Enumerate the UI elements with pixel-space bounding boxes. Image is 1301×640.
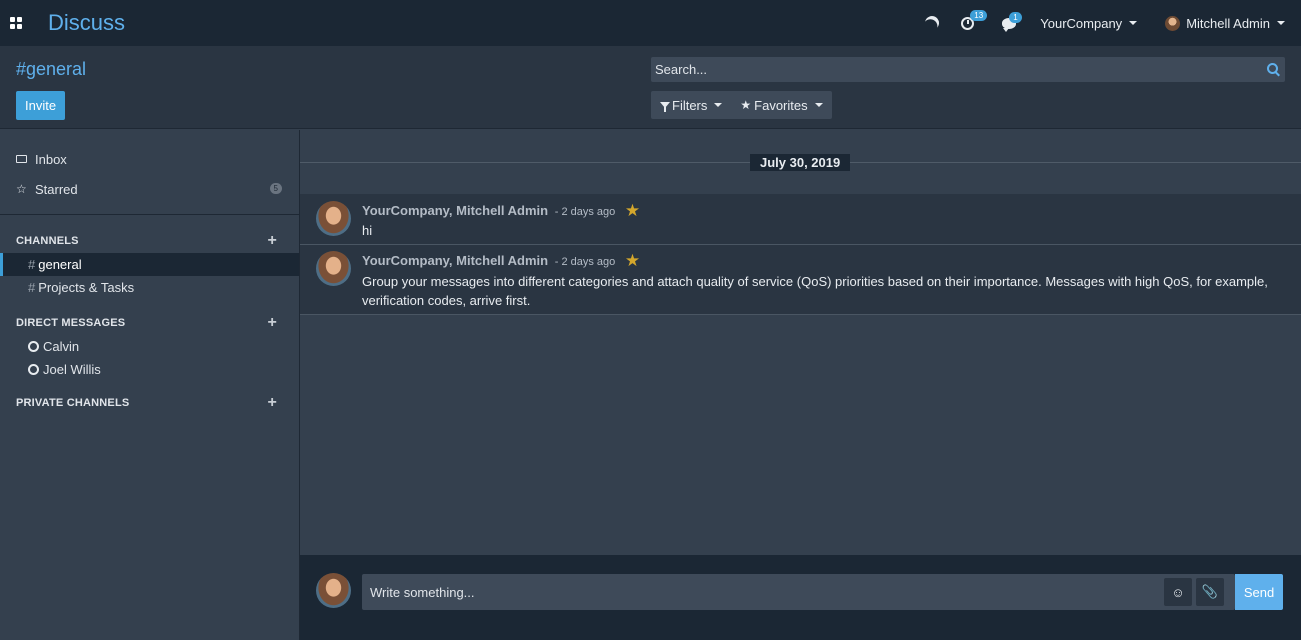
star-icon: ★ — [740, 98, 752, 112]
sidebar-item-dm-joel-willis[interactable]: Joel Willis — [0, 358, 299, 381]
user-name: Mitchell Admin — [1186, 15, 1270, 31]
sidebar-item-channel-projects[interactable]: # Projects & Tasks — [0, 276, 299, 299]
dm-name: Joel Willis — [43, 362, 101, 377]
star-outline-icon: ☆ — [16, 182, 27, 196]
date-separator: July 30, 2019 — [750, 154, 851, 171]
discuss-sidebar: Inbox ☆ Starred 5 CHANNELS + # general # P… — [0, 130, 300, 640]
search-icon[interactable] — [1267, 63, 1278, 74]
message-body: Group your messages into different categ… — [362, 274, 1268, 308]
inbox-label: Inbox — [35, 151, 67, 167]
caret-down-icon — [714, 103, 723, 107]
message-header: YourCompany, Mitchell Admin - 2 days ago… — [362, 251, 640, 271]
attachment-icon[interactable]: 📎 — [1196, 578, 1224, 606]
filter-group: Filters ★ Favorites — [651, 91, 832, 119]
user-menu[interactable]: Mitchell Admin — [1165, 15, 1285, 31]
filters-label: Filters — [672, 97, 708, 113]
hash-icon: # — [28, 280, 36, 295]
add-direct-message-icon[interactable]: + — [267, 314, 277, 332]
page-title: #general — [16, 59, 87, 79]
current-user-avatar — [316, 573, 351, 608]
sidebar-item-dm-calvin[interactable]: Calvin — [0, 335, 299, 358]
starred-count-badge: 5 — [269, 183, 282, 194]
inbox-icon — [16, 155, 27, 163]
message-composer: ☺ 📎 Send — [300, 555, 1301, 640]
channels-header-label[interactable]: CHANNELS — [16, 235, 79, 247]
invite-button[interactable]: Invite — [16, 91, 66, 120]
messages-chat-icon[interactable]: 1 — [1002, 11, 1022, 32]
hash-icon: # — [28, 257, 36, 272]
message-author[interactable]: YourCompany, Mitchell Admin — [362, 253, 548, 268]
private-channels-header-label: PRIVATE CHANNELS — [16, 397, 130, 409]
messages-count-badge: 1 — [1009, 11, 1022, 23]
caret-down-icon — [1129, 21, 1138, 25]
starred-icon[interactable]: ★ — [625, 251, 640, 270]
activity-count-badge: 13 — [970, 9, 988, 21]
message-date: - 2 days ago — [554, 206, 616, 218]
message-date: - 2 days ago — [554, 256, 616, 268]
company-name: YourCompany — [1040, 15, 1123, 31]
control-panel: #general Invite Filters ★ Favorites — [0, 46, 1301, 129]
sidebar-divider — [0, 214, 299, 215]
filters-button[interactable]: Filters — [651, 91, 731, 119]
message-item[interactable]: YourCompany, Mitchell Admin - 2 days ago… — [300, 245, 1301, 315]
filter-icon — [660, 102, 670, 112]
sidebar-item-starred[interactable]: ☆ Starred 5 — [0, 174, 299, 204]
apps-menu-icon[interactable] — [10, 17, 22, 29]
emoji-icon[interactable]: ☺ — [1164, 578, 1192, 606]
sidebar-item-channel-general[interactable]: # general — [0, 253, 299, 276]
dark-mode-icon[interactable] — [923, 13, 942, 32]
sidebar-item-inbox[interactable]: Inbox — [0, 144, 299, 174]
direct-messages-header: DIRECT MESSAGES + — [0, 311, 299, 335]
add-channel-icon[interactable]: + — [267, 232, 277, 250]
composer-box: ☺ 📎 — [362, 574, 1235, 610]
channels-header: CHANNELS + — [0, 229, 299, 253]
message-input[interactable] — [370, 574, 1150, 610]
message-item[interactable]: YourCompany, Mitchell Admin - 2 days ago… — [300, 194, 1301, 245]
direct-messages-header-label: DIRECT MESSAGES — [16, 317, 126, 329]
channel-name: Projects & Tasks — [38, 280, 135, 295]
message-author[interactable]: YourCompany, Mitchell Admin — [362, 203, 548, 218]
favorites-button[interactable]: ★ Favorites — [731, 91, 831, 119]
message-body: hi — [362, 223, 373, 238]
company-switcher[interactable]: YourCompany — [1040, 15, 1138, 31]
send-button[interactable]: Send — [1235, 574, 1283, 610]
favorites-label: Favorites — [754, 97, 808, 113]
channel-name: general — [38, 257, 82, 272]
user-avatar — [1165, 15, 1181, 31]
offline-status-icon — [28, 364, 39, 375]
add-private-channel-icon[interactable]: + — [267, 394, 277, 412]
message-thread: July 30, 2019 YourCompany, Mitchell Admi… — [300, 130, 1301, 555]
starred-icon[interactable]: ★ — [625, 201, 640, 220]
app-title: Discuss — [48, 10, 126, 35]
dm-name: Calvin — [43, 339, 80, 354]
message-header: YourCompany, Mitchell Admin - 2 days ago… — [362, 201, 640, 221]
caret-down-icon — [814, 103, 823, 107]
top-navbar: Discuss 13 1 YourCompany Mitchell Admin — [0, 0, 1301, 46]
private-channels-header: PRIVATE CHANNELS + — [0, 391, 299, 415]
navbar-right: 13 1 YourCompany Mitchell Admin — [925, 0, 1301, 46]
starred-label: Starred — [35, 181, 78, 197]
activity-clock-icon[interactable]: 13 — [961, 9, 988, 30]
search-bar — [651, 57, 1285, 82]
caret-down-icon — [1277, 21, 1285, 25]
author-avatar[interactable] — [316, 251, 351, 286]
author-avatar[interactable] — [316, 201, 351, 236]
search-input[interactable] — [651, 57, 1285, 82]
offline-status-icon — [28, 341, 39, 352]
